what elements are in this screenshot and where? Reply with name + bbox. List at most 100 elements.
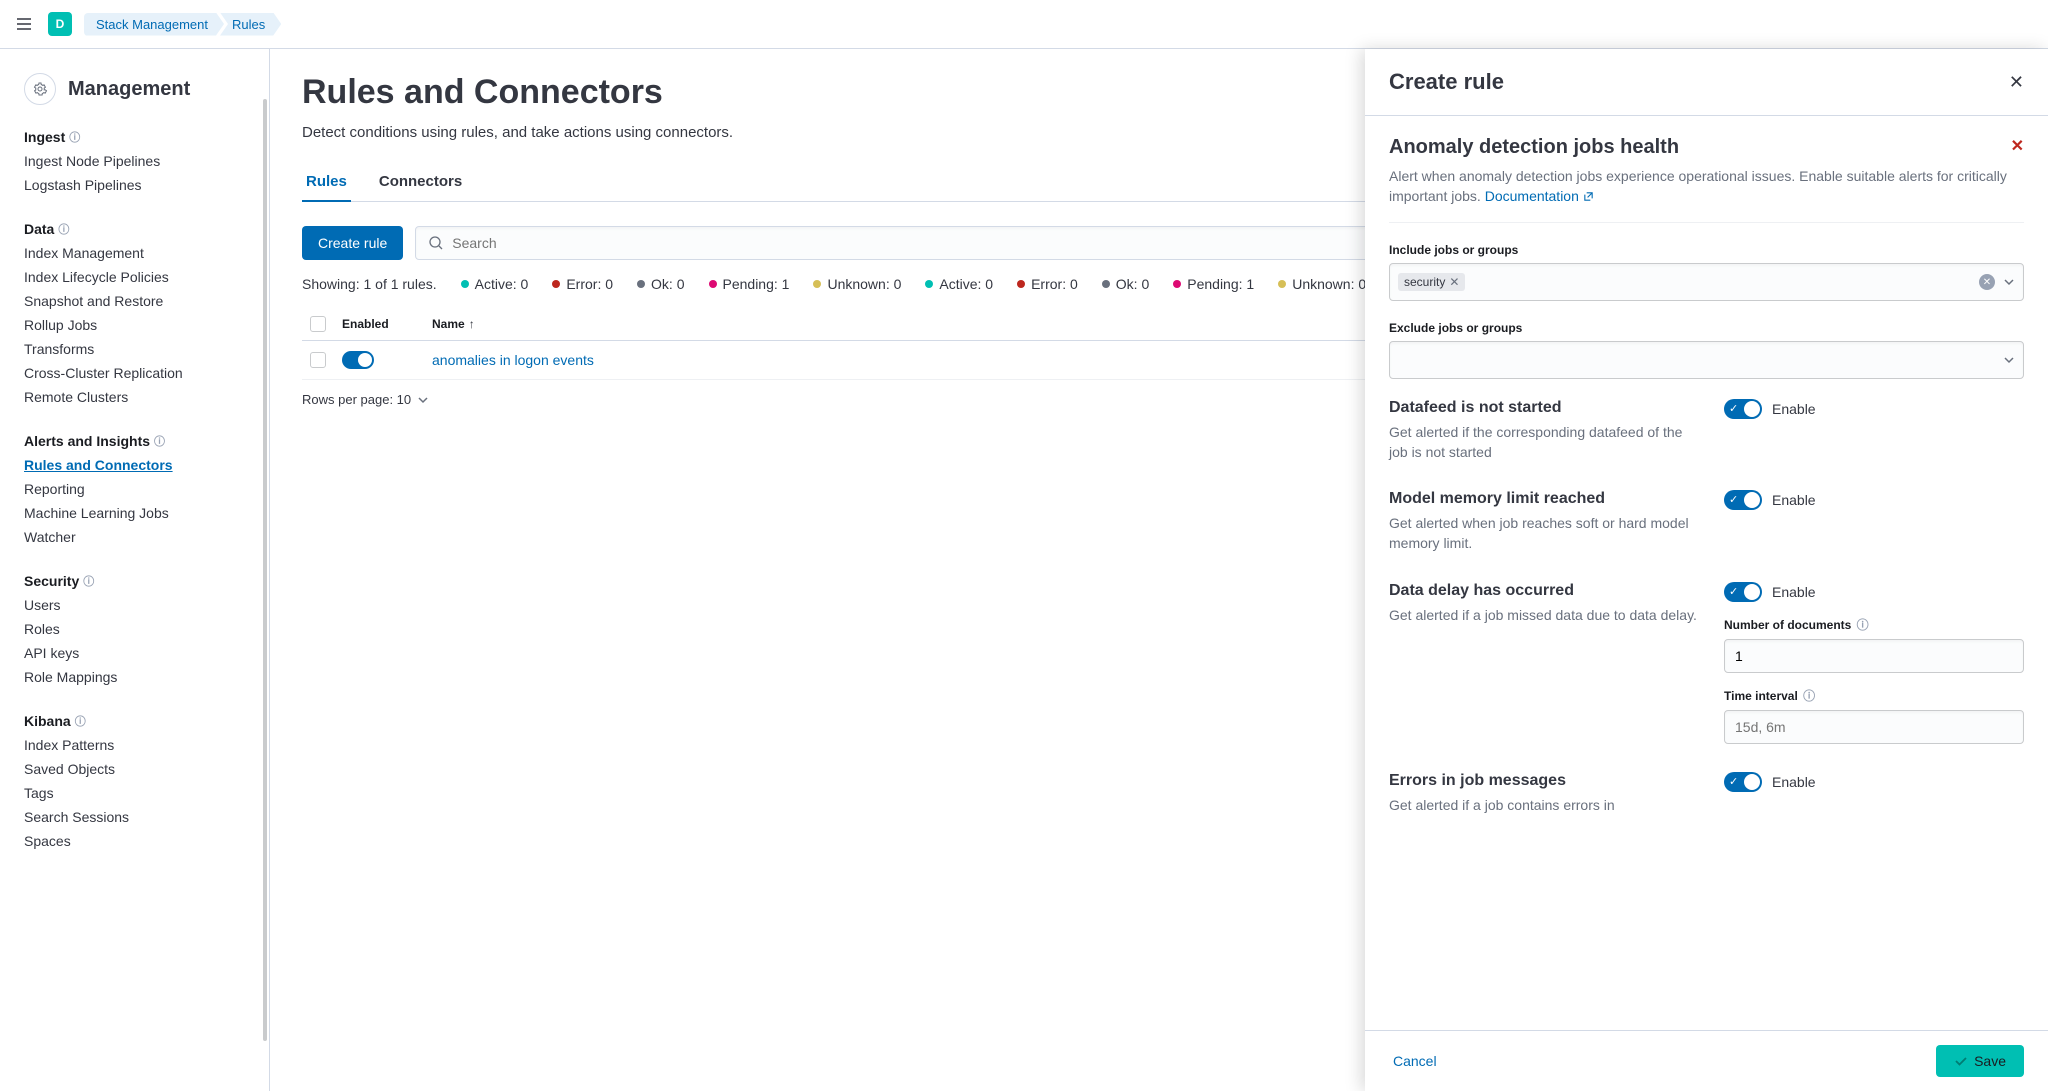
nav-item[interactable]: Reporting	[24, 477, 245, 501]
status-item[interactable]: Unknown: 0	[1278, 276, 1366, 292]
check-description: Get alerted when job reaches soft or har…	[1389, 514, 1700, 553]
cancel-button[interactable]: Cancel	[1389, 1045, 1441, 1077]
status-dot-icon	[1173, 280, 1181, 288]
status-dot-icon	[813, 280, 821, 288]
nav-section-title: Security ⓘ	[24, 573, 245, 589]
row-checkbox[interactable]	[310, 352, 326, 368]
top-header: D Stack Management Rules	[0, 0, 2048, 49]
nav-section-title: Alerts and Insights ⓘ	[24, 433, 245, 449]
gear-icon	[24, 73, 56, 105]
status-item[interactable]: Error: 0	[552, 276, 613, 292]
nav-item[interactable]: Machine Learning Jobs	[24, 501, 245, 525]
health-check-row: Data delay has occurred Get alerted if a…	[1389, 582, 2024, 744]
create-rule-button[interactable]: Create rule	[302, 226, 403, 260]
chevron-down-icon	[417, 394, 429, 406]
nav-item[interactable]: Index Management	[24, 241, 245, 265]
nav-item[interactable]: Rollup Jobs	[24, 313, 245, 337]
select-all-checkbox[interactable]	[310, 316, 326, 332]
check-description: Get alerted if the corresponding datafee…	[1389, 423, 1700, 462]
nav-item[interactable]: Saved Objects	[24, 757, 245, 781]
enable-label: Enable	[1772, 492, 1816, 508]
status-item[interactable]: Active: 0	[925, 276, 993, 292]
help-icon[interactable]: ⓘ	[1800, 689, 1815, 703]
status-item[interactable]: Pending: 1	[709, 276, 790, 292]
nav-item[interactable]: Snapshot and Restore	[24, 289, 245, 313]
flyout-title: Create rule	[1389, 69, 1504, 95]
info-icon: ⓘ	[69, 129, 80, 145]
status-dot-icon	[1102, 280, 1110, 288]
status-dot-icon	[552, 280, 560, 288]
status-dot-icon	[637, 280, 645, 288]
nav-item[interactable]: Search Sessions	[24, 805, 245, 829]
breadcrumb-stack-management[interactable]: Stack Management	[84, 13, 224, 36]
nav-item[interactable]: Logstash Pipelines	[24, 173, 245, 197]
rule-type-title: Anomaly detection jobs health	[1389, 136, 1679, 159]
nav-item[interactable]: Watcher	[24, 525, 245, 549]
status-item[interactable]: Ok: 0	[637, 276, 684, 292]
create-rule-flyout: Create rule ✕ Anomaly detection jobs hea…	[1365, 49, 2048, 1091]
nav-section-title: Data ⓘ	[24, 221, 245, 237]
info-icon: ⓘ	[75, 713, 86, 729]
health-check-row: Model memory limit reached Get alerted w…	[1389, 490, 2024, 553]
enabled-toggle[interactable]	[342, 351, 374, 369]
field-label: Number of documents ⓘ	[1724, 616, 2024, 633]
nav-item[interactable]: Ingest Node Pipelines	[24, 149, 245, 173]
documentation-link[interactable]: Documentation	[1485, 188, 1594, 204]
field-input[interactable]	[1724, 710, 2024, 744]
nav-item[interactable]: Index Lifecycle Policies	[24, 265, 245, 289]
space-avatar[interactable]: D	[48, 12, 72, 36]
nav-item[interactable]: Remote Clusters	[24, 385, 245, 409]
chevron-down-icon[interactable]	[2003, 276, 2015, 288]
status-dot-icon	[1017, 280, 1025, 288]
remove-pill-icon[interactable]: ✕	[1449, 275, 1459, 289]
info-icon: ⓘ	[154, 433, 165, 449]
nav-item[interactable]: Transforms	[24, 337, 245, 361]
check-title: Datafeed is not started	[1389, 399, 1700, 417]
breadcrumbs: Stack Management Rules	[84, 13, 281, 36]
sort-arrow-icon: ↑	[469, 317, 475, 331]
nav-item[interactable]: Role Mappings	[24, 665, 245, 689]
check-title: Data delay has occurred	[1389, 582, 1700, 600]
nav-item[interactable]: API keys	[24, 641, 245, 665]
column-enabled[interactable]: Enabled	[342, 317, 432, 331]
include-jobs-label: Include jobs or groups	[1389, 243, 2024, 257]
nav-item[interactable]: Index Patterns	[24, 733, 245, 757]
chevron-down-icon[interactable]	[2003, 354, 2015, 366]
status-item[interactable]: Pending: 1	[1173, 276, 1254, 292]
exclude-jobs-label: Exclude jobs or groups	[1389, 321, 2024, 335]
status-item[interactable]: Active: 0	[461, 276, 529, 292]
nav-item[interactable]: Tags	[24, 781, 245, 805]
status-item[interactable]: Error: 0	[1017, 276, 1078, 292]
status-item[interactable]: Ok: 0	[1102, 276, 1149, 292]
close-icon[interactable]: ✕	[2009, 72, 2024, 93]
enable-label: Enable	[1772, 401, 1816, 417]
exclude-jobs-combobox[interactable]	[1389, 341, 2024, 379]
showing-text: Showing: 1 of 1 rules.	[302, 276, 437, 292]
enable-switch[interactable]	[1724, 772, 1762, 792]
field-input[interactable]	[1724, 639, 2024, 673]
enable-switch[interactable]	[1724, 582, 1762, 602]
status-item[interactable]: Unknown: 0	[813, 276, 901, 292]
help-icon[interactable]: ⓘ	[1853, 618, 1868, 632]
nav-item[interactable]: Users	[24, 593, 245, 617]
info-icon: ⓘ	[83, 573, 94, 589]
nav-item[interactable]: Roles	[24, 617, 245, 641]
nav-item[interactable]: Cross-Cluster Replication	[24, 361, 245, 385]
breadcrumb-rules[interactable]: Rules	[220, 13, 281, 36]
status-dot-icon	[461, 280, 469, 288]
rule-name-link[interactable]: anomalies in logon events	[432, 352, 594, 368]
remove-rule-type-icon[interactable]: ✕	[2011, 136, 2024, 156]
enable-switch[interactable]	[1724, 399, 1762, 419]
save-button[interactable]: Save	[1936, 1045, 2024, 1077]
nav-section-title: Ingest ⓘ	[24, 129, 245, 145]
status-dot-icon	[709, 280, 717, 288]
tab-rules[interactable]: Rules	[302, 165, 351, 202]
include-jobs-combobox[interactable]: security ✕ ✕	[1389, 263, 2024, 301]
clear-all-icon[interactable]: ✕	[1979, 274, 1995, 290]
nav-item[interactable]: Spaces	[24, 829, 245, 853]
enable-switch[interactable]	[1724, 490, 1762, 510]
tab-connectors[interactable]: Connectors	[375, 165, 466, 202]
check-description: Get alerted if a job contains errors in	[1389, 796, 1700, 816]
nav-item[interactable]: Rules and Connectors	[24, 453, 245, 477]
menu-toggle[interactable]	[12, 12, 36, 36]
